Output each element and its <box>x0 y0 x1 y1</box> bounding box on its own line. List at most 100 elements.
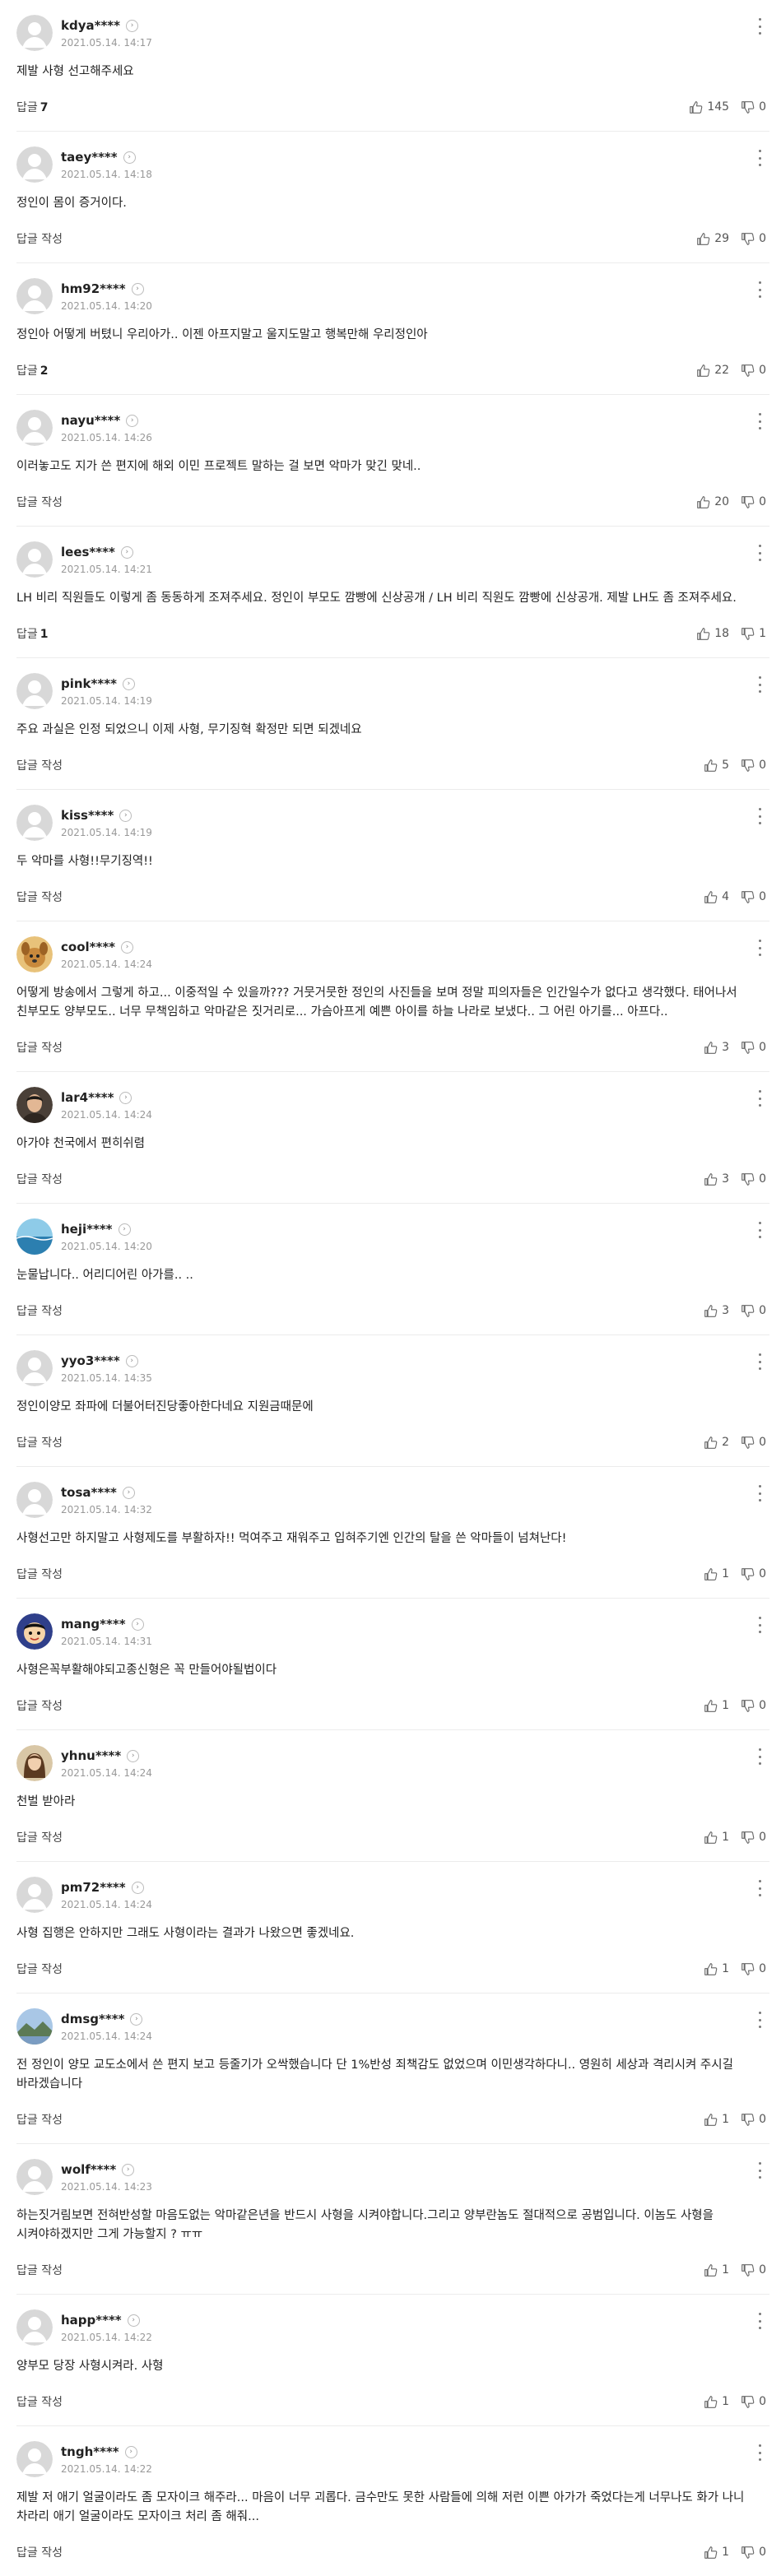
like-button[interactable]: 1 <box>704 2263 729 2277</box>
dislike-button[interactable]: 0 <box>741 2263 766 2277</box>
username[interactable]: mang**** <box>61 1617 126 1631</box>
reply-button[interactable]: 답글 2 <box>16 362 49 378</box>
avatar[interactable] <box>16 936 53 972</box>
dislike-button[interactable]: 0 <box>741 1172 766 1186</box>
profile-chevron-icon[interactable]: › <box>126 19 138 32</box>
username[interactable]: lar4**** <box>61 1090 114 1105</box>
avatar[interactable] <box>16 1745 53 1781</box>
dislike-button[interactable]: 0 <box>741 1831 766 1845</box>
username[interactable]: dmsg**** <box>61 2012 124 2026</box>
username[interactable]: taey**** <box>61 150 118 165</box>
like-button[interactable]: 5 <box>704 759 729 773</box>
more-options-button[interactable] <box>755 1353 765 1370</box>
avatar[interactable] <box>16 805 53 841</box>
like-button[interactable]: 1 <box>704 2395 729 2409</box>
reply-button[interactable]: 답글 작성 <box>16 889 63 905</box>
reply-button[interactable]: 답글 작성 <box>16 757 63 773</box>
like-button[interactable]: 1 <box>704 1962 729 1976</box>
like-button[interactable]: 3 <box>704 1041 729 1055</box>
reply-button[interactable]: 답글 작성 <box>16 1961 63 1977</box>
dislike-button[interactable]: 0 <box>741 2113 766 2127</box>
more-options-button[interactable] <box>755 545 765 561</box>
avatar[interactable] <box>16 1087 53 1123</box>
username[interactable]: pink**** <box>61 676 117 691</box>
username[interactable]: nayu**** <box>61 413 120 428</box>
dislike-button[interactable]: 0 <box>741 364 766 378</box>
avatar[interactable] <box>16 1613 53 1650</box>
username[interactable]: kiss**** <box>61 808 114 823</box>
reply-button[interactable]: 답글 7 <box>16 99 49 115</box>
profile-chevron-icon[interactable]: › <box>131 1881 144 1894</box>
reply-button[interactable]: 답글 작성 <box>16 1566 63 1582</box>
more-options-button[interactable] <box>755 2444 765 2461</box>
profile-chevron-icon[interactable]: › <box>123 151 136 164</box>
profile-chevron-icon[interactable]: › <box>122 2163 135 2176</box>
dislike-button[interactable]: 0 <box>741 495 766 509</box>
username[interactable]: happ**** <box>61 2313 122 2328</box>
username[interactable]: tngh**** <box>61 2444 119 2459</box>
dislike-button[interactable]: 1 <box>741 627 766 641</box>
more-options-button[interactable] <box>755 1485 765 1502</box>
reply-button[interactable]: 답글 작성 <box>16 1171 63 1187</box>
like-button[interactable]: 1 <box>704 2113 729 2127</box>
like-button[interactable]: 1 <box>704 2546 729 2560</box>
profile-chevron-icon[interactable]: › <box>120 545 133 559</box>
avatar[interactable] <box>16 1482 53 1518</box>
like-button[interactable]: 29 <box>696 232 729 246</box>
more-options-button[interactable] <box>755 1880 765 1896</box>
like-button[interactable]: 4 <box>704 890 729 904</box>
profile-chevron-icon[interactable]: › <box>126 414 139 427</box>
more-options-button[interactable] <box>755 1090 765 1107</box>
dislike-button[interactable]: 0 <box>741 1567 766 1581</box>
like-button[interactable]: 1 <box>704 1567 729 1581</box>
more-options-button[interactable] <box>755 1222 765 1238</box>
profile-chevron-icon[interactable]: › <box>118 1223 131 1236</box>
dislike-button[interactable]: 0 <box>741 1041 766 1055</box>
reply-button[interactable]: 답글 작성 <box>16 1829 63 1845</box>
avatar[interactable] <box>16 15 53 51</box>
reply-button[interactable]: 답글 작성 <box>16 230 63 247</box>
profile-chevron-icon[interactable]: › <box>119 809 132 822</box>
more-options-button[interactable] <box>755 2162 765 2179</box>
profile-chevron-icon[interactable]: › <box>122 1486 135 1499</box>
like-button[interactable]: 3 <box>704 1172 729 1186</box>
username[interactable]: tosa**** <box>61 1485 117 1500</box>
like-button[interactable]: 145 <box>689 100 729 114</box>
profile-chevron-icon[interactable]: › <box>127 2314 140 2327</box>
dislike-button[interactable]: 0 <box>741 100 766 114</box>
avatar[interactable] <box>16 2309 53 2346</box>
like-button[interactable]: 3 <box>704 1304 729 1318</box>
profile-chevron-icon[interactable]: › <box>119 1091 132 1104</box>
avatar[interactable] <box>16 541 53 578</box>
avatar[interactable] <box>16 1350 53 1386</box>
more-options-button[interactable] <box>755 940 765 956</box>
reply-button[interactable]: 답글 1 <box>16 625 49 642</box>
profile-chevron-icon[interactable]: › <box>131 1618 144 1631</box>
reply-button[interactable]: 답글 작성 <box>16 2111 63 2128</box>
reply-button[interactable]: 답글 작성 <box>16 1302 63 1319</box>
more-options-button[interactable] <box>755 2012 765 2028</box>
username[interactable]: kdya**** <box>61 18 120 33</box>
username[interactable]: lees**** <box>61 545 115 559</box>
more-options-button[interactable] <box>755 413 765 429</box>
dislike-button[interactable]: 0 <box>741 1304 766 1318</box>
more-options-button[interactable] <box>755 1748 765 1765</box>
profile-chevron-icon[interactable]: › <box>122 677 135 690</box>
avatar[interactable] <box>16 1218 53 1255</box>
username[interactable]: yyo3**** <box>61 1353 120 1368</box>
avatar[interactable] <box>16 673 53 709</box>
more-options-button[interactable] <box>755 2313 765 2329</box>
reply-button[interactable]: 답글 작성 <box>16 2544 63 2560</box>
username[interactable]: pm72**** <box>61 1880 126 1895</box>
dislike-button[interactable]: 0 <box>741 2546 766 2560</box>
more-options-button[interactable] <box>755 676 765 693</box>
more-options-button[interactable] <box>755 18 765 35</box>
dislike-button[interactable]: 0 <box>741 890 766 904</box>
like-button[interactable]: 20 <box>696 495 729 509</box>
username[interactable]: heji**** <box>61 1222 113 1237</box>
dislike-button[interactable]: 0 <box>741 1699 766 1713</box>
profile-chevron-icon[interactable]: › <box>130 2012 143 2026</box>
more-options-button[interactable] <box>755 1617 765 1633</box>
reply-button[interactable]: 답글 작성 <box>16 1039 63 1056</box>
dislike-button[interactable]: 0 <box>741 759 766 773</box>
